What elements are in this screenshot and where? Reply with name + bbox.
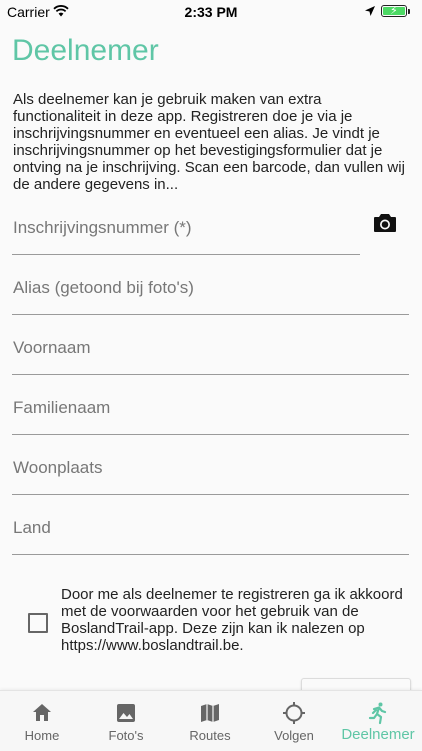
home-icon [33,704,51,721]
registration-number-field[interactable]: Inschrijvingsnummer (*) [12,214,360,255]
photo-icon [117,704,135,722]
first-name-placeholder: Voornaam [13,338,91,357]
camera-scan-button[interactable] [373,212,397,234]
alias-field[interactable]: Alias (getoond bij foto's) [12,274,409,315]
country-field[interactable]: Land [12,514,409,555]
tab-participant-label: Deelnemer [341,726,415,743]
tab-routes[interactable]: Routes [168,691,252,751]
tab-participant[interactable]: Deelnemer [336,691,422,751]
tab-home[interactable]: Home [0,691,84,751]
city-field[interactable]: Woonplaats [12,454,409,495]
map-icon [201,704,219,722]
country-placeholder: Land [13,518,51,537]
tab-routes-label: Routes [189,728,231,743]
tab-home-label: Home [24,728,60,743]
runner-icon [368,702,387,725]
tab-photos[interactable]: Foto's [84,691,168,751]
last-name-placeholder: Familienaam [13,398,111,417]
tab-follow-label: Volgen [274,728,314,743]
battery-icon: ⚡ [381,5,407,17]
consent-checkbox[interactable] [28,613,48,633]
page-title: Deelnemer [12,34,159,67]
camera-icon [374,214,396,232]
tab-bar: Home Foto's Routes Volgen Deelnemer [0,690,422,751]
tab-follow[interactable]: Volgen [252,691,336,751]
city-placeholder: Woonplaats [13,458,103,477]
intro-text: Als deelnemer kan je gebruik maken van e… [13,91,405,193]
tab-photos-label: Foto's [108,728,144,743]
registration-number-placeholder: Inschrijvingsnummer (*) [13,218,192,237]
consent-row: Door me als deelnemer te registreren ga … [26,586,410,658]
status-time: 2:33 PM [184,4,238,20]
consent-text: Door me als deelnemer te registreren ga … [61,586,403,654]
first-name-field[interactable]: Voornaam [12,334,409,375]
status-bar: Carrier 2:33 PM ⚡ [0,0,422,24]
location-arrow-icon [365,6,375,16]
alias-placeholder: Alias (getoond bij foto's) [13,278,194,297]
battery-tip [408,9,410,14]
last-name-field[interactable]: Familienaam [12,394,409,435]
crosshair-icon [283,702,305,724]
